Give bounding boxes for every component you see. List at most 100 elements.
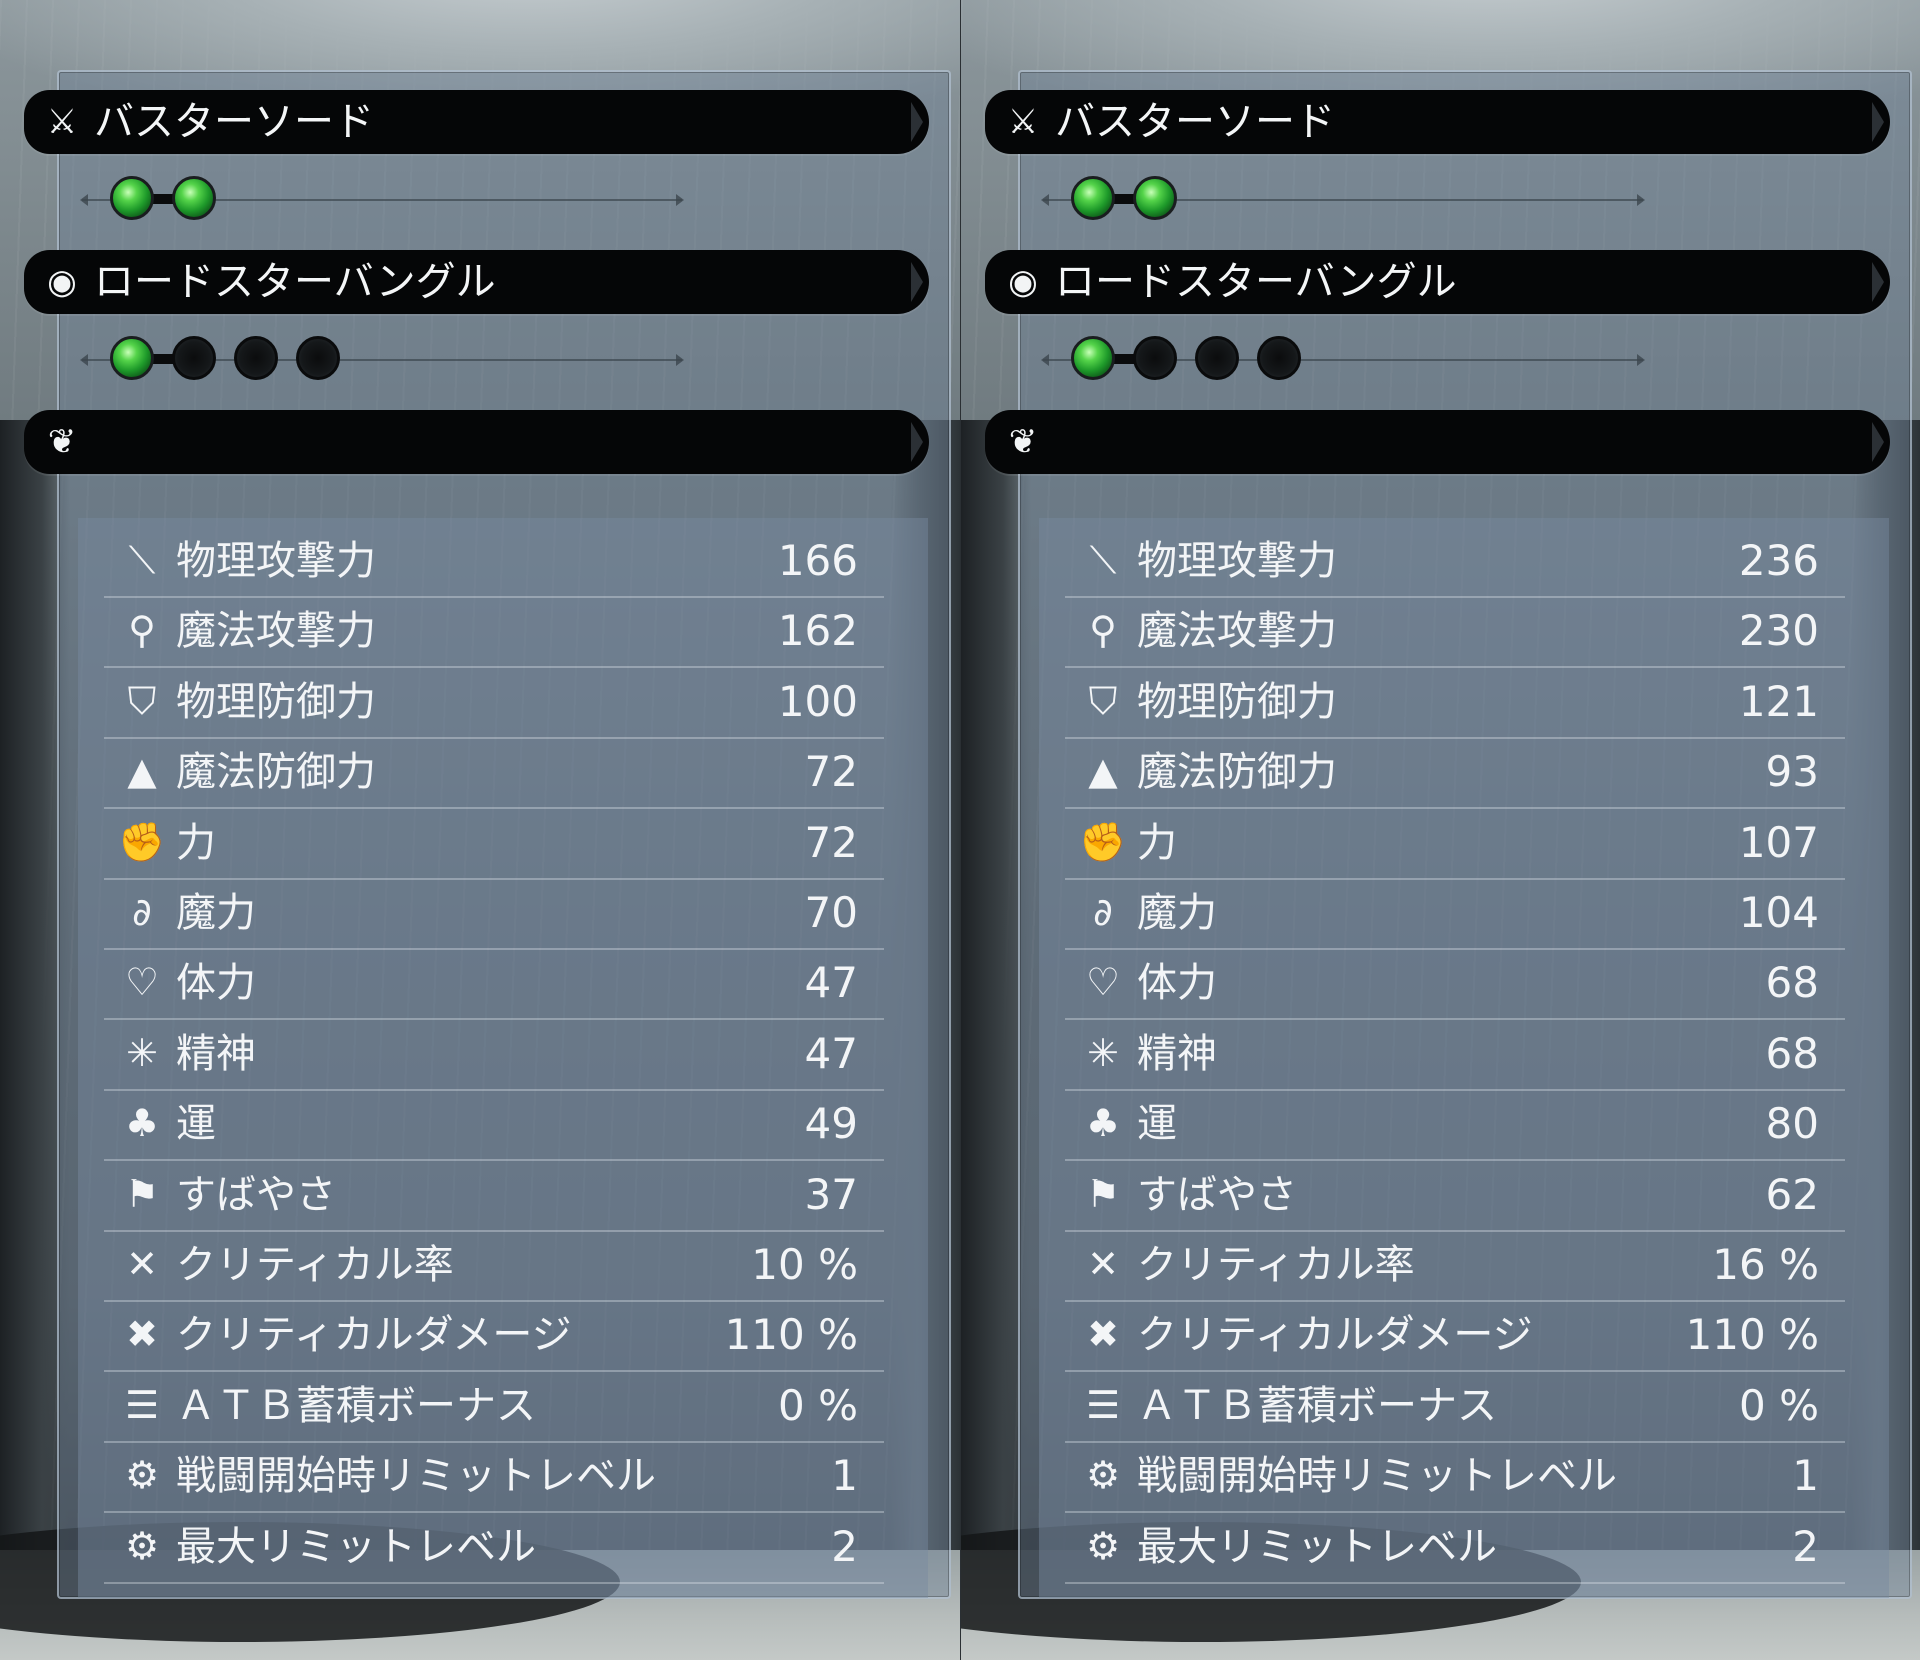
empty-materia-slot[interactable] xyxy=(1133,336,1177,380)
stat-value: 0 % xyxy=(778,1380,858,1430)
necklace-icon: ❦ xyxy=(47,422,77,462)
stat-row: ∂ 魔力 70 xyxy=(104,878,884,950)
bangle-icon: ◉ xyxy=(1008,262,1038,302)
stat-value: 110 % xyxy=(724,1310,858,1360)
stat-row: ✕ クリティカル率 16 % xyxy=(1065,1230,1845,1302)
limit-start-icon: ⚙ xyxy=(1085,1453,1121,1498)
green-materia-icon[interactable] xyxy=(1071,336,1115,380)
armor-slot[interactable]: ◉ ロードスターバングル xyxy=(985,250,1890,314)
wing-icon: ⚑ xyxy=(1085,1171,1121,1216)
green-materia-icon[interactable] xyxy=(110,176,154,220)
stat-value: 230 xyxy=(1738,606,1819,656)
clover-icon: ♣ xyxy=(124,1101,160,1146)
empty-materia-slot[interactable] xyxy=(1257,336,1301,380)
stat-label: 精神 xyxy=(176,1030,256,1077)
stat-value: 72 xyxy=(804,747,858,797)
green-materia-icon[interactable] xyxy=(1071,176,1115,220)
stat-value: 166 xyxy=(777,536,858,585)
stat-value: 47 xyxy=(804,958,858,1008)
stat-label: 魔法攻撃力 xyxy=(176,608,376,655)
green-materia-icon[interactable] xyxy=(110,336,154,380)
accessory-slot[interactable]: ❦ xyxy=(985,410,1890,474)
stat-row: ⟍ 物理攻撃力 166 xyxy=(104,526,884,598)
hat-icon: ▲ xyxy=(1088,749,1118,794)
wing-icon: ⚑ xyxy=(124,1171,160,1216)
stat-value: 93 xyxy=(1765,747,1819,797)
comparison-screen: ⚔ バスターソード ◉ ロードスターバングル ❦ ⟍ 物理攻撃力 166 ⚲ 魔法攻撃力… xyxy=(0,0,1920,1660)
stat-label: ＡＴＢ蓄積ボーナス xyxy=(1137,1382,1497,1429)
arm-icon: ✊ xyxy=(118,819,166,864)
stat-row: ∂ 魔力 104 xyxy=(1065,878,1845,950)
stat-label: クリティカル率 xyxy=(176,1242,454,1288)
stat-row: ⚑ すばやさ 37 xyxy=(104,1160,884,1232)
stat-value: 236 xyxy=(1738,536,1819,585)
spiral-icon: ∂ xyxy=(1093,890,1113,934)
armor-name: ロードスターバングル xyxy=(94,259,496,305)
stat-label: すばやさ xyxy=(1137,1171,1297,1218)
stat-value: 49 xyxy=(804,1099,858,1149)
critical-rate-icon: ✕ xyxy=(1087,1242,1119,1286)
empty-materia-slot[interactable] xyxy=(296,336,340,380)
empty-materia-slot[interactable] xyxy=(172,336,216,380)
critical-damage-icon: ✖ xyxy=(1087,1312,1119,1357)
stat-value: 47 xyxy=(804,1028,858,1078)
weapon-name: バスターソード xyxy=(1055,99,1335,145)
sword-icon: ⚔ xyxy=(46,102,78,142)
empty-materia-slot[interactable] xyxy=(234,336,278,380)
stat-label: 最大リミットレベル xyxy=(1137,1523,1497,1570)
stat-row: ✳ 精神 47 xyxy=(104,1019,884,1091)
equipment-panel-after: ⚔ バスターソード ◉ ロードスターバングル ❦ ⟍ 物理攻撃力 236 ⚲ 魔法攻撃力… xyxy=(960,0,1920,1660)
stat-label: 物理攻撃力 xyxy=(176,538,376,584)
stat-value: 16 % xyxy=(1712,1240,1819,1289)
armor-materia-row xyxy=(1041,330,1663,390)
accessory-slot[interactable]: ❦ xyxy=(24,410,929,474)
green-materia-icon[interactable] xyxy=(1133,176,1177,220)
sparkle-icon: ✳ xyxy=(1087,1030,1119,1075)
equipment-panel-before: ⚔ バスターソード ◉ ロードスターバングル ❦ ⟍ 物理攻撃力 166 ⚲ 魔法攻撃力… xyxy=(0,0,960,1660)
weapon-slot[interactable]: ⚔ バスターソード xyxy=(985,90,1890,154)
stat-row: ✖ クリティカルダメージ 110 % xyxy=(1065,1300,1845,1373)
stat-row: ⚲ 魔法攻撃力 162 xyxy=(104,596,884,669)
limit-start-icon: ⚙ xyxy=(124,1453,160,1498)
atb-icon: ☰ xyxy=(124,1382,160,1427)
atb-icon: ☰ xyxy=(1085,1382,1121,1427)
stat-label: 力 xyxy=(1137,819,1177,866)
stat-label: 物理防御力 xyxy=(176,678,376,725)
stat-value: 80 xyxy=(1765,1099,1819,1149)
stat-value: 2 xyxy=(831,1521,858,1571)
armor-slot[interactable]: ◉ ロードスターバングル xyxy=(24,250,929,314)
empty-materia-slot[interactable] xyxy=(1195,336,1239,380)
critical-rate-icon: ✕ xyxy=(126,1242,158,1286)
stat-value: 10 % xyxy=(751,1240,858,1289)
sparkle-icon: ✳ xyxy=(126,1030,158,1075)
stat-row: ⚙ 最大リミットレベル 2 xyxy=(1065,1512,1845,1584)
stat-row: ♣ 運 49 xyxy=(104,1089,884,1162)
limit-max-icon: ⚙ xyxy=(1085,1523,1121,1568)
stat-value: 1 xyxy=(1792,1451,1819,1501)
stat-label: 精神 xyxy=(1137,1030,1217,1077)
stat-value: 68 xyxy=(1765,958,1819,1008)
stat-row: ▲ 魔法防御力 72 xyxy=(104,737,884,810)
stat-label: 魔法防御力 xyxy=(176,749,376,796)
stat-row: ♡ 体力 68 xyxy=(1065,948,1845,1021)
stat-label: 最大リミットレベル xyxy=(176,1523,536,1570)
stat-value: 162 xyxy=(777,606,858,656)
stat-value: 70 xyxy=(804,888,858,937)
weapon-materia-row xyxy=(1041,170,1663,230)
green-materia-icon[interactable] xyxy=(172,176,216,220)
stat-row: ⚑ すばやさ 62 xyxy=(1065,1160,1845,1232)
stat-label: 魔法防御力 xyxy=(1137,749,1337,796)
stat-value: 2 xyxy=(1792,1521,1819,1571)
stat-label: 魔力 xyxy=(176,890,256,936)
stat-label: 運 xyxy=(176,1101,216,1148)
stat-label: クリティカルダメージ xyxy=(1137,1312,1533,1359)
stat-value: 107 xyxy=(1738,817,1819,867)
stats-table: ⟍ 物理攻撃力 166 ⚲ 魔法攻撃力 162 ⛉ 物理防御力 100 ▲ 魔法防御力 72 ✊ 力 72 ∂… xyxy=(78,518,928,1598)
stat-row: ♣ 運 80 xyxy=(1065,1089,1845,1162)
stat-row: ✕ クリティカル率 10 % xyxy=(104,1230,884,1302)
stat-row: ⚙ 戦闘開始時リミットレベル 1 xyxy=(104,1441,884,1514)
stat-row: ☰ ＡＴＢ蓄積ボーナス 0 % xyxy=(104,1371,884,1443)
critical-damage-icon: ✖ xyxy=(126,1312,158,1357)
weapon-slot[interactable]: ⚔ バスターソード xyxy=(24,90,929,154)
stat-value: 100 xyxy=(777,676,858,726)
